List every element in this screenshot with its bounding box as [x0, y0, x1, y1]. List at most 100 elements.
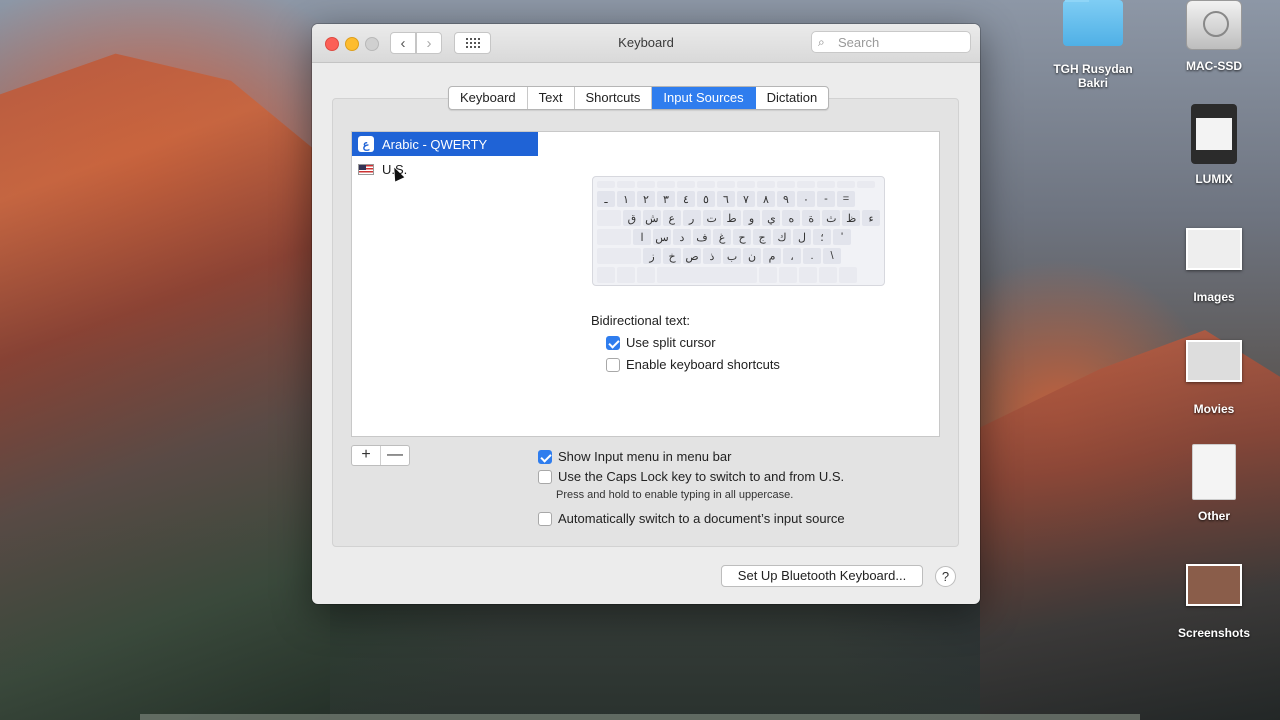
caps-lock-option[interactable]: Use the Caps Lock key to switch to and f… [538, 469, 844, 484]
enable-keyboard-shortcuts-label: Enable keyboard shortcuts [626, 357, 780, 372]
function-key [737, 181, 755, 188]
modifier-key [779, 267, 797, 283]
input-sources-list[interactable]: ع Arabic - QWERTY U.S. [351, 131, 539, 437]
key: ب [723, 248, 741, 264]
screenshots-folder-icon [1186, 564, 1242, 606]
keyboard-preferences-window: ‹ › Keyboard ⌕ Keyboard Text Shortcuts I… [312, 24, 980, 604]
show-input-menu-checkbox[interactable] [538, 449, 552, 464]
modifier-key [839, 267, 857, 283]
desktop-icon-label: MAC-SSD [1186, 59, 1242, 73]
wallpaper-rock-left [0, 53, 330, 720]
modifier-key [799, 267, 817, 283]
desktop-icon-movies[interactable]: Movies [1164, 340, 1264, 416]
desktop-icon-label: Screenshots [1177, 626, 1251, 640]
function-key [617, 181, 635, 188]
function-key [697, 181, 715, 188]
image-folder-icon [1186, 228, 1242, 270]
key: ت [702, 210, 721, 226]
key: غ [713, 229, 731, 245]
us-flag-icon [358, 163, 374, 175]
help-button[interactable]: ? [935, 566, 956, 587]
key: د [673, 229, 691, 245]
key: ٦ [717, 191, 735, 207]
list-item-us[interactable]: U.S. [352, 157, 538, 181]
desktop-icon-other[interactable]: Other [1164, 444, 1264, 523]
desktop-icon-images[interactable]: Images [1164, 228, 1264, 304]
modifier-key [597, 248, 641, 264]
tab-input-sources[interactable]: Input Sources [652, 87, 756, 109]
desktop-icon-screenshots[interactable]: Screenshots [1164, 564, 1264, 640]
search-input[interactable] [834, 34, 968, 50]
caps-lock-checkbox[interactable] [538, 469, 552, 484]
function-key [657, 181, 675, 188]
key: ظ [842, 210, 861, 226]
search-field[interactable]: ⌕ [811, 31, 971, 53]
auto-switch-checkbox[interactable] [538, 511, 552, 526]
modifier-key [759, 267, 777, 283]
key: ط [722, 210, 741, 226]
keyboard-preview-pane: ـ ١ ٢ ٣ ٤ ٥ ٦ ٧ ٨ ٩ ٠- = ق ش ع ر ت ط و ي ه ة ث ظ ء ا س د ف غ ح ج ك ل ؛ ' ز خ ص… [538, 131, 940, 437]
tab-text[interactable]: Text [528, 87, 575, 109]
remove-source-button[interactable]: — [381, 446, 409, 465]
keyboard-row: ا س د ف غ ح ج ك ل ؛ ' [597, 229, 880, 245]
function-key [677, 181, 695, 188]
desktop-icon-tgh-folder[interactable]: TGH Rusydan Bakri [1043, 0, 1143, 90]
desktop-icon-lumix[interactable]: LUMIX [1164, 104, 1264, 186]
modifier-key [597, 210, 621, 226]
modifier-key [819, 267, 837, 283]
function-key [777, 181, 795, 188]
search-icon: ⌕ [818, 34, 825, 49]
keyboard-row: قشعرتطويهةثظء [597, 210, 881, 226]
list-item-arabic-qwerty[interactable]: ع Arabic - QWERTY [352, 132, 538, 156]
bidirectional-text-label: Bidirectional text: [591, 313, 690, 328]
use-split-cursor-option[interactable]: Use split cursor [606, 335, 716, 350]
caps-lock-label: Use the Caps Lock key to switch to and f… [558, 469, 845, 484]
dock-edge [140, 714, 1140, 720]
title-bar: ‹ › Keyboard ⌕ [312, 24, 980, 63]
key: ة [802, 210, 821, 226]
keyboard-row-bottom [597, 267, 880, 283]
desktop-icon-label: LUMIX [1195, 172, 1233, 186]
key: ع [662, 210, 681, 226]
enable-keyboard-shortcuts-checkbox[interactable] [606, 357, 620, 372]
function-key [797, 181, 815, 188]
key: س [653, 229, 671, 245]
function-key [717, 181, 735, 188]
use-split-cursor-checkbox[interactable] [606, 335, 620, 350]
enable-keyboard-shortcuts-option[interactable]: Enable keyboard shortcuts [606, 357, 780, 372]
hard-drive-icon [1186, 0, 1242, 50]
show-input-menu-option[interactable]: Show Input menu in menu bar [538, 449, 731, 464]
key: ؛ [813, 229, 831, 245]
key: ر [682, 210, 701, 226]
setup-bluetooth-keyboard-button[interactable]: Set Up Bluetooth Keyboard... [721, 565, 923, 587]
auto-switch-label: Automatically switch to a document’s inp… [558, 511, 845, 526]
tab-keyboard[interactable]: Keyboard [449, 87, 528, 109]
modifier-key [617, 267, 635, 283]
tab-dictation[interactable]: Dictation [756, 87, 829, 109]
add-source-button[interactable]: + [352, 446, 381, 465]
auto-switch-option[interactable]: Automatically switch to a document’s inp… [538, 511, 845, 526]
key: ف [693, 229, 711, 245]
key: ق [622, 210, 641, 226]
key: ك [773, 229, 791, 245]
key: ٢ [637, 191, 655, 207]
key: ا [633, 229, 651, 245]
tab-shortcuts[interactable]: Shortcuts [575, 87, 653, 109]
key: ش [642, 210, 661, 226]
desktop-icon-mac-ssd[interactable]: MAC-SSD [1164, 0, 1264, 73]
function-key [757, 181, 775, 188]
movies-folder-icon [1186, 340, 1242, 382]
function-key [637, 181, 655, 188]
keyboard-layout-preview: ـ ١ ٢ ٣ ٤ ٥ ٦ ٧ ٨ ٩ ٠- = ق ش ع ر ت ط و ي ه ة ث ظ ء ا س د ف غ ح ج ك ل ؛ ' ز خ ص… [592, 176, 885, 286]
keyboard-row: ـ ١ ٢ ٣ ٤ ٥ ٦ ٧ ٨ ٩ ٠- = [597, 191, 880, 207]
key: ٥ [697, 191, 715, 207]
function-key [857, 181, 875, 188]
key: ث [822, 210, 841, 226]
key: ٩ [777, 191, 795, 207]
key: ٣ [657, 191, 675, 207]
show-input-menu-label: Show Input menu in menu bar [558, 449, 732, 464]
key: ، [783, 248, 801, 264]
arabic-letter-icon: ع [358, 136, 374, 152]
document-icon [1192, 444, 1236, 500]
desktop-icon-label: Other [1197, 509, 1230, 523]
